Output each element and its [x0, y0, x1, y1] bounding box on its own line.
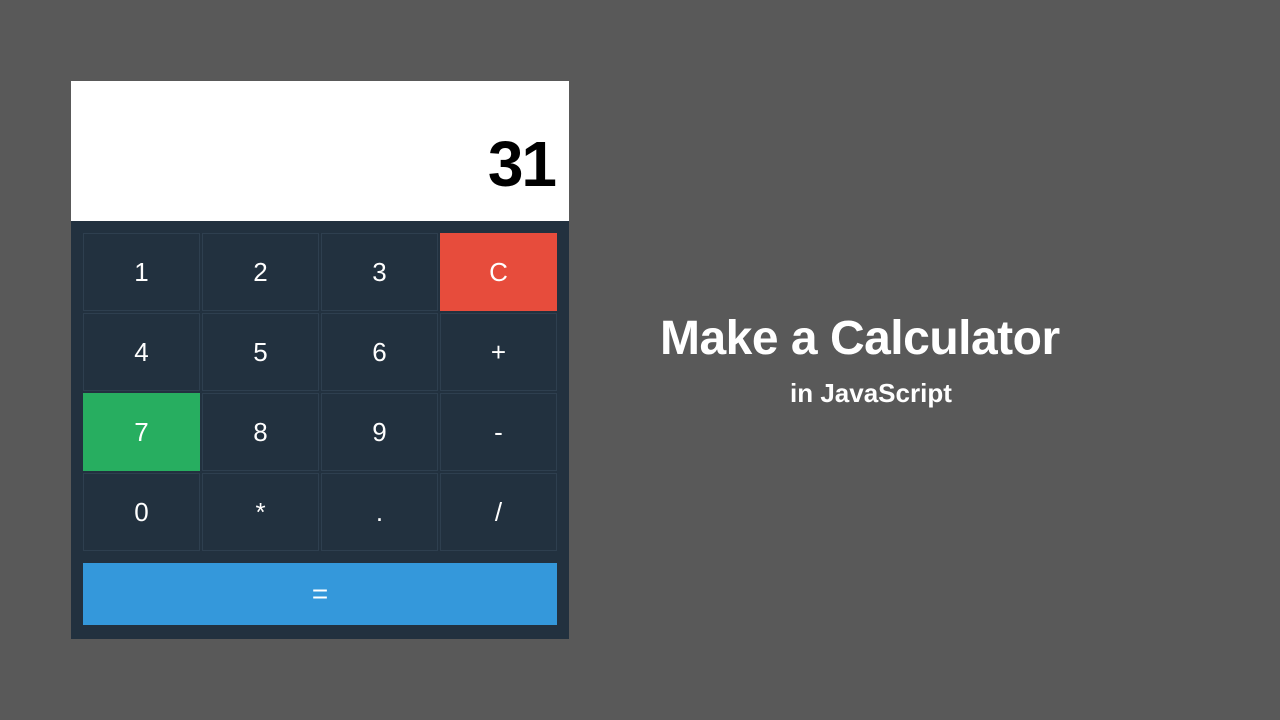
key-8[interactable]: 8: [202, 393, 319, 471]
key-9[interactable]: 9: [321, 393, 438, 471]
key-6[interactable]: 6: [321, 313, 438, 391]
key-minus[interactable]: -: [440, 393, 557, 471]
key-divide[interactable]: /: [440, 473, 557, 551]
key-equals[interactable]: =: [83, 563, 557, 625]
key-multiply[interactable]: *: [202, 473, 319, 551]
key-plus[interactable]: +: [440, 313, 557, 391]
calculator-display: 31: [71, 81, 569, 221]
key-7[interactable]: 7: [83, 393, 200, 471]
page-title: Make a Calculator: [660, 311, 1060, 366]
key-5[interactable]: 5: [202, 313, 319, 391]
key-2[interactable]: 2: [202, 233, 319, 311]
key-4[interactable]: 4: [83, 313, 200, 391]
key-1[interactable]: 1: [83, 233, 200, 311]
key-decimal[interactable]: .: [321, 473, 438, 551]
headline-panel: Make a Calculator in JavaScript: [640, 0, 1280, 720]
keypad: 1 2 3 C 4 5 6 + 7 8 9 - 0 * . /: [71, 221, 569, 563]
page-subtitle: in JavaScript: [660, 378, 952, 409]
calculator-panel: 31 1 2 3 C 4 5 6 + 7 8 9 - 0 * . / =: [0, 0, 640, 720]
key-clear[interactable]: C: [440, 233, 557, 311]
key-0[interactable]: 0: [83, 473, 200, 551]
key-3[interactable]: 3: [321, 233, 438, 311]
calculator: 31 1 2 3 C 4 5 6 + 7 8 9 - 0 * . / =: [71, 81, 569, 639]
